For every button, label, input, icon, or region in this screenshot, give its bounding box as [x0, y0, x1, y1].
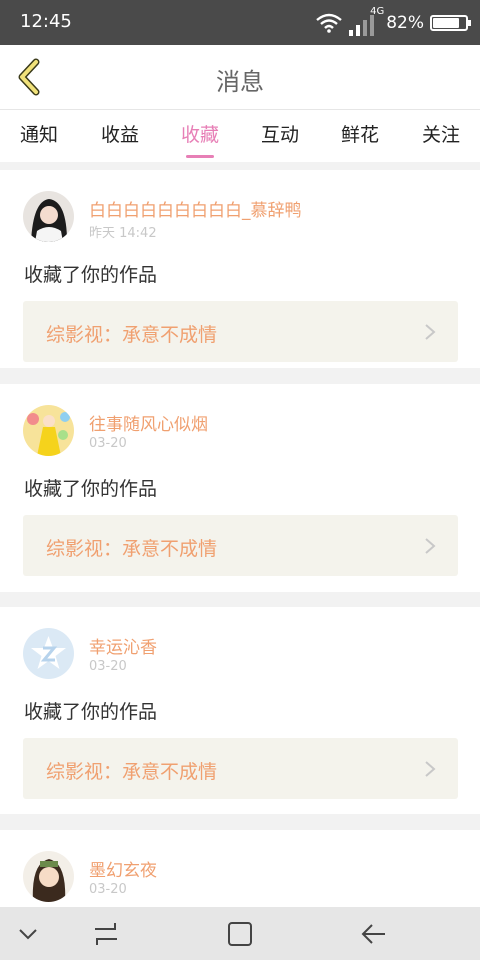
message-card: 幸运沁香 03-20 收藏了你的作品 综影视：承意不成情 — [0, 607, 480, 814]
user-avatar-icon[interactable] — [23, 405, 74, 456]
tab-label: 鲜花 — [340, 124, 379, 146]
username[interactable]: 往事随风心似烟 — [89, 410, 208, 435]
system-nav-bar — [0, 907, 480, 960]
status-icons: 4G 82% — [316, 6, 471, 38]
work-title: 综影视：承意不成情 — [46, 538, 218, 560]
chevron-down-icon[interactable] — [13, 919, 43, 949]
message-time: 昨天 14:42 — [89, 226, 157, 241]
username[interactable]: 幸运沁香 — [89, 633, 157, 658]
message-text: 收藏了你的作品 — [24, 478, 158, 500]
message-time: 03-20 — [89, 436, 127, 451]
tab-bar: 通知 收益 收藏 互动 鲜花 关注 — [0, 110, 480, 162]
tab-label: 通知 — [19, 124, 58, 146]
tab-label: 关注 — [421, 124, 460, 146]
message-time: 03-20 — [89, 659, 127, 674]
message-card: 白白白白白白白白白_慕辞鸭 昨天 14:42 收藏了你的作品 综影视：承意不成情 — [0, 170, 480, 368]
status-bar: 12:45 4G 82% — [0, 0, 480, 45]
work-title: 综影视：承意不成情 — [46, 761, 218, 783]
tab-favorites[interactable]: 收藏 — [170, 120, 230, 158]
work-link[interactable]: 综影视：承意不成情 — [23, 515, 458, 576]
header: 消息 — [0, 45, 480, 110]
wifi-icon — [316, 13, 342, 33]
signal-icon: 4G — [348, 6, 384, 36]
page-title: 消息 — [216, 68, 264, 96]
tab-flowers[interactable]: 鲜花 — [330, 120, 390, 147]
tab-underline — [186, 155, 214, 158]
message-text: 收藏了你的作品 — [24, 701, 158, 723]
work-link[interactable]: 综影视：承意不成情 — [23, 301, 458, 362]
user-avatar-icon[interactable] — [23, 191, 74, 242]
tab-label: 收益 — [100, 124, 139, 146]
default-avatar-icon[interactable] — [23, 628, 74, 679]
clock: 12:45 — [20, 11, 72, 32]
tab-notice[interactable]: 通知 — [9, 120, 69, 147]
message-card: 往事随风心似烟 03-20 收藏了你的作品 综影视：承意不成情 — [0, 384, 480, 592]
recent-apps-icon[interactable] — [91, 919, 121, 949]
chevron-right-icon — [425, 324, 436, 340]
network-type: 4G — [370, 6, 385, 17]
tab-follow[interactable]: 关注 — [411, 120, 471, 147]
user-avatar-icon[interactable] — [23, 851, 74, 902]
work-title: 综影视：承意不成情 — [46, 324, 218, 346]
battery-percent: 82% — [386, 13, 424, 33]
tab-earnings[interactable]: 收益 — [90, 120, 150, 147]
tab-label: 收藏 — [180, 124, 219, 146]
username[interactable]: 墨幻玄夜 — [89, 856, 157, 881]
username[interactable]: 白白白白白白白白白_慕辞鸭 — [89, 196, 302, 221]
home-icon[interactable] — [225, 919, 255, 949]
back-nav-icon[interactable] — [358, 919, 388, 949]
chevron-right-icon — [425, 761, 436, 777]
message-time: 03-20 — [89, 882, 127, 897]
tab-interaction[interactable]: 互动 — [250, 120, 310, 147]
work-link[interactable]: 综影视：承意不成情 — [23, 738, 458, 799]
tab-label: 互动 — [260, 124, 299, 146]
chevron-right-icon — [425, 538, 436, 554]
battery-icon — [430, 15, 471, 31]
message-text: 收藏了你的作品 — [24, 264, 158, 286]
